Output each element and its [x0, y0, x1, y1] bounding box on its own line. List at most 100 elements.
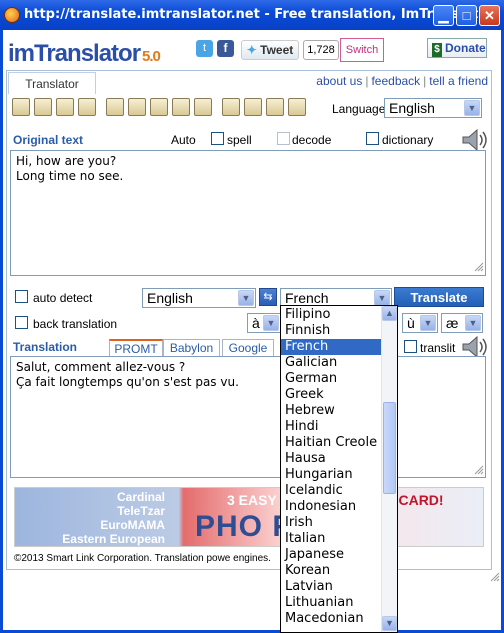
dictionary-checkbox[interactable]: [366, 132, 379, 145]
tell-a-friend-link[interactable]: tell a friend: [429, 74, 488, 88]
dropdown-option-french[interactable]: French: [281, 339, 382, 355]
special-char-u-select[interactable]: ù ▼: [402, 313, 438, 333]
banner-easy-text: 3 EASY: [227, 492, 277, 508]
back-translation-label: back translation: [33, 317, 118, 331]
advertising-banner[interactable]: Cardinal TeleTzar EuroMAMA Eastern Europ…: [14, 487, 484, 547]
window-title: http://translate.imtranslator.net - Free…: [24, 7, 494, 22]
chevron-down-icon: ▼: [238, 290, 254, 306]
edit-icon[interactable]: [12, 98, 30, 116]
facebook-icon[interactable]: f: [217, 40, 234, 57]
dropdown-option-hausa[interactable]: Hausa: [281, 451, 382, 467]
decode-label: decode: [292, 133, 332, 147]
dropdown-scrollbar[interactable]: ▲ ▼: [381, 306, 397, 632]
translit-checkbox[interactable]: [404, 340, 417, 353]
tab-translator[interactable]: Translator: [8, 72, 96, 94]
original-text-input[interactable]: Hi, how are you? Long time no see.: [10, 150, 486, 276]
window-titlebar[interactable]: http://translate.imtranslator.net - Free…: [0, 0, 504, 30]
banner-link-eastern-european[interactable]: Eastern European: [15, 532, 165, 546]
tweet-count: 1,728: [303, 40, 339, 60]
dropdown-option-irish[interactable]: Irish: [281, 515, 382, 531]
resize-grip-icon[interactable]: [474, 262, 484, 272]
scroll-up-icon[interactable]: ▲: [382, 306, 397, 321]
banner-links: Cardinal TeleTzar EuroMAMA Eastern Europ…: [15, 490, 165, 546]
language-label: Language: [332, 102, 386, 116]
virtual-keyboard-icon[interactable]: [56, 98, 74, 116]
dropdown-option-filipino[interactable]: Filipino: [281, 307, 382, 323]
twitter-icon[interactable]: t: [196, 40, 213, 57]
dropdown-option-korean[interactable]: Korean: [281, 563, 382, 579]
target-language-dropdown[interactable]: Filipino Finnish French Galician German …: [280, 305, 398, 633]
special-char-ae-select[interactable]: æ ▼: [441, 313, 483, 333]
source-language-select[interactable]: English ▼: [142, 288, 256, 308]
dropdown-option-icelandic[interactable]: Icelandic: [281, 483, 382, 499]
tweet-button[interactable]: ✦ Tweet: [241, 40, 299, 60]
twitter-bird-icon: ✦: [246, 43, 257, 57]
close-button[interactable]: ✕: [479, 5, 500, 26]
banner-link-cardinal[interactable]: Cardinal: [15, 490, 165, 504]
translate-button[interactable]: Translate: [394, 287, 484, 307]
dropdown-option-greek[interactable]: Greek: [281, 387, 382, 403]
interface-language-value: English: [389, 100, 435, 116]
chevron-down-icon: ▼: [374, 290, 390, 306]
chevron-down-icon: ▼: [263, 315, 279, 331]
feedback-link[interactable]: feedback: [371, 74, 420, 88]
dropdown-option-lithuanian[interactable]: Lithuanian: [281, 595, 382, 611]
dollar-icon: $: [432, 43, 442, 57]
maximize-button[interactable]: □: [456, 5, 477, 26]
keyboard-icon[interactable]: [150, 98, 168, 116]
settings-icon[interactable]: [172, 98, 190, 116]
resize-grip-icon[interactable]: [490, 572, 500, 582]
donate-button[interactable]: $ Donate: [427, 38, 487, 58]
special-char-ae-value: æ: [446, 315, 459, 331]
source-language-value: English: [147, 290, 193, 306]
auto-label: Auto: [171, 133, 196, 147]
spell-check-icon[interactable]: [128, 98, 146, 116]
special-char-a-select[interactable]: à ▼: [247, 313, 281, 333]
dropdown-option-macedonian[interactable]: Macedonian: [281, 611, 382, 627]
logo-version: 5.0: [142, 48, 161, 65]
dropdown-option-hungarian[interactable]: Hungarian: [281, 467, 382, 483]
original-text-label: Original text: [13, 133, 84, 147]
scroll-down-icon[interactable]: ▼: [382, 616, 397, 631]
chevron-down-icon: ▼: [420, 315, 436, 331]
resize-grip-icon[interactable]: [474, 465, 484, 475]
auto-detect-label: auto detect: [33, 291, 93, 305]
banner-link-teletzar[interactable]: TeleTzar: [15, 504, 165, 518]
dropdown-option-galician[interactable]: Galician: [281, 355, 382, 371]
auto-detect-checkbox[interactable]: [15, 290, 28, 303]
scrollbar-thumb[interactable]: [383, 402, 396, 494]
translation-output[interactable]: Salut, comment allez-vous ? Ça fait long…: [10, 356, 486, 478]
dropdown-option-german[interactable]: German: [281, 371, 382, 387]
tab-google[interactable]: Google: [222, 339, 274, 357]
banner-link-euromama[interactable]: EuroMAMA: [15, 518, 165, 532]
minimize-button[interactable]: ▁: [433, 5, 454, 26]
printer-icon[interactable]: [222, 98, 240, 116]
history-icon[interactable]: [266, 98, 284, 116]
switch-button[interactable]: Switch: [340, 38, 384, 62]
help-icon[interactable]: [288, 98, 306, 116]
dropdown-option-haitian-creole[interactable]: Haitian Creole: [281, 435, 382, 451]
dropdown-option-finnish[interactable]: Finnish: [281, 323, 382, 339]
swap-languages-button[interactable]: ⇆: [259, 288, 277, 306]
spell-checkbox[interactable]: [211, 132, 224, 145]
clear-icon[interactable]: [78, 98, 96, 116]
dropdown-option-hindi[interactable]: Hindi: [281, 419, 382, 435]
logo-text: imTranslator: [8, 40, 141, 67]
tab-babylon[interactable]: Babylon: [163, 339, 220, 357]
about-us-link[interactable]: about us: [316, 74, 362, 88]
print-icon[interactable]: [34, 98, 52, 116]
top-links: about us | feedback | tell a friend: [316, 74, 488, 88]
translit-label: translit: [420, 341, 456, 355]
image-icon[interactable]: [244, 98, 262, 116]
voice-icon[interactable]: [194, 98, 212, 116]
dropdown-option-latvian[interactable]: Latvian: [281, 579, 382, 595]
dropdown-option-italian[interactable]: Italian: [281, 531, 382, 547]
back-translation-checkbox[interactable]: [15, 316, 28, 329]
dictionary-book-icon[interactable]: [106, 98, 124, 116]
decode-checkbox[interactable]: [277, 132, 290, 145]
dropdown-option-japanese[interactable]: Japanese: [281, 547, 382, 563]
dropdown-option-hebrew[interactable]: Hebrew: [281, 403, 382, 419]
interface-language-select[interactable]: English ▼: [384, 98, 482, 118]
special-char-a-value: à: [252, 315, 260, 331]
dropdown-option-indonesian[interactable]: Indonesian: [281, 499, 382, 515]
